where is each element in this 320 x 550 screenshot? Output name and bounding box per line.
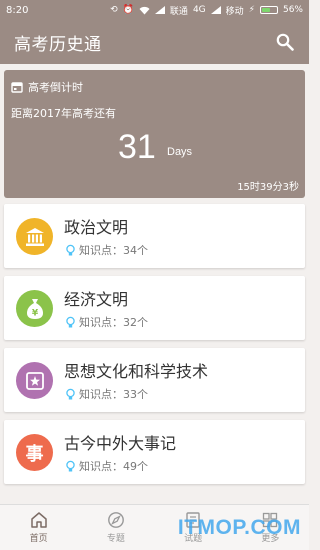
battery-icon: [259, 6, 278, 14]
money-bag-icon: ¥: [16, 290, 53, 327]
knowledge-count: 知识点：34个: [79, 244, 148, 257]
countdown-header: 高考倒计时: [11, 79, 83, 95]
tab-topics[interactable]: 专题: [77, 505, 154, 550]
tab-label: 首页: [29, 534, 48, 544]
card-title: 经济文明: [64, 290, 129, 309]
knowledge-count: 知识点：49个: [79, 460, 148, 473]
countdown-title: 高考倒计时: [28, 81, 83, 94]
temple-icon: [16, 218, 53, 255]
countdown-subtitle: 距离2017年高考还有: [11, 107, 116, 120]
countdown-time: 15时39分3秒: [237, 182, 299, 193]
knowledge-count: 知识点：32个: [79, 316, 148, 329]
watermark: ITMOP.COM: [177, 516, 301, 539]
event-icon: 事: [16, 434, 53, 471]
battery-fill: [261, 8, 270, 12]
idea-star-icon: [16, 362, 53, 399]
card-meta: 知识点：49个: [65, 458, 148, 474]
card-title: 思想文化和科学技术: [64, 362, 209, 381]
home-icon: [30, 512, 47, 528]
card-meta: 知识点：34个: [65, 242, 148, 258]
countdown-panel: 高考倒计时 距离2017年高考还有 31 Days 15时39分3秒: [4, 70, 305, 198]
tab-home[interactable]: 首页: [0, 505, 77, 550]
status-icons: ⟲ ⏰ 联通 4G 移动 ⚡ 56%: [110, 4, 303, 17]
sync-icon: ⟲: [110, 4, 118, 15]
app-bar: 高考历史通: [0, 20, 309, 64]
carrier-1: 联通: [169, 6, 188, 17]
event-glyph: 事: [25, 443, 44, 465]
wifi-icon: [139, 6, 150, 14]
carrier-2: 移动: [225, 6, 244, 17]
category-card-economy[interactable]: ¥ 经济文明 知识点：32个: [4, 276, 305, 340]
countdown-days: 31: [118, 128, 156, 166]
battery-percent: 56%: [282, 5, 303, 15]
network-type: 4G: [192, 5, 206, 15]
card-meta: 知识点：33个: [65, 386, 148, 402]
compass-icon: [107, 512, 124, 528]
countdown-unit: Days: [167, 146, 193, 158]
search-icon: [276, 33, 294, 51]
svg-text:¥: ¥: [31, 308, 38, 318]
category-card-major-events[interactable]: 事 古今中外大事记 知识点：49个: [4, 420, 305, 484]
knowledge-count: 知识点：33个: [79, 388, 148, 401]
card-title: 政治文明: [64, 218, 129, 237]
category-card-politics[interactable]: 政治文明 知识点：34个: [4, 204, 305, 268]
card-meta: 知识点：32个: [65, 314, 148, 330]
lightbulb-icon: [66, 316, 75, 328]
calendar-icon: [11, 82, 23, 93]
tab-label: 专题: [106, 534, 125, 544]
card-title: 古今中外大事记: [64, 434, 177, 453]
signal-icon: [154, 6, 165, 14]
lightbulb-icon: [66, 244, 75, 256]
charging-icon: ⚡: [248, 4, 255, 15]
search-button[interactable]: [273, 30, 297, 54]
status-time: 8:20: [6, 4, 29, 16]
app-title: 高考历史通: [14, 34, 102, 55]
lightbulb-icon: [66, 388, 75, 400]
category-card-culture-science[interactable]: 思想文化和科学技术 知识点：33个: [4, 348, 305, 412]
signal-icon-2: [210, 6, 221, 14]
status-bar: 8:20 ⟲ ⏰ 联通 4G 移动 ⚡ 56%: [0, 0, 309, 20]
lightbulb-icon: [66, 460, 75, 472]
alarm-icon: ⏰: [122, 4, 134, 15]
